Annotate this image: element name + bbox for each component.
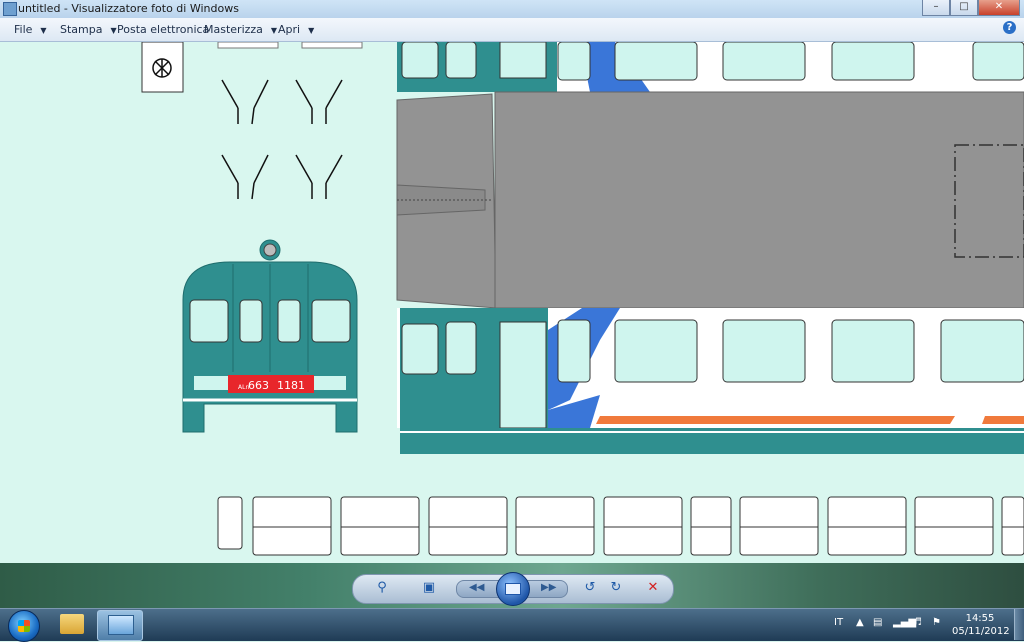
taskbar <box>0 608 1024 641</box>
part-box <box>301 42 363 49</box>
plate-number: 1181 <box>277 379 305 392</box>
railcar-side-view-lower <box>397 308 1024 454</box>
image-canvas: ALn 663 1181 <box>0 42 1024 563</box>
chevron-down-icon: ▼ <box>308 26 315 35</box>
window-controls: – □ ✕ <box>922 0 1020 16</box>
help-icon[interactable]: ? <box>1003 21 1016 34</box>
railcar-side-view-upper <box>397 42 1024 92</box>
menu-apri-label: Apri <box>278 23 301 36</box>
delete-icon[interactable]: ✕ <box>645 580 661 596</box>
menu-posta-elettronica[interactable]: Posta elettronica <box>117 23 209 36</box>
taskbar-clock[interactable]: 14:55 05/11/2012 <box>952 612 1010 638</box>
menu-file-label: File <box>14 23 33 36</box>
chevron-down-icon: ▼ <box>110 26 117 35</box>
clock-time: 14:55 <box>965 613 995 624</box>
photo-viewer-app-icon <box>3 2 17 16</box>
action-center-flag-icon[interactable]: ⚑ <box>932 617 941 628</box>
minimize-icon[interactable]: – <box>922 0 950 16</box>
chevron-down-icon: ▼ <box>270 26 278 35</box>
slideshow-screen-icon <box>505 583 521 595</box>
menu-file[interactable]: File ▼ <box>14 23 47 36</box>
menu-apri[interactable]: Apri ▼ <box>278 23 314 36</box>
rotate-left-icon[interactable]: ↺ <box>582 580 598 596</box>
folder-icon <box>60 614 84 634</box>
menu-stampa[interactable]: Stampa ▼ <box>60 23 117 36</box>
previous-icon[interactable]: ◀◀ <box>469 582 484 593</box>
maximize-icon[interactable]: □ <box>950 0 978 16</box>
show-desktop-button[interactable] <box>1014 609 1024 640</box>
menu-posta-label: Posta elettronica <box>117 23 210 36</box>
windows-logo-icon <box>18 620 30 632</box>
menu-stampa-label: Stampa <box>60 23 103 36</box>
photo-viewer-icon <box>108 615 134 635</box>
railcar-roof <box>396 91 1024 309</box>
chevron-down-icon: ▼ <box>40 26 47 35</box>
show-hidden-icons-icon[interactable]: ▲ <box>856 617 864 628</box>
train-livery-drawing: ALn 663 1181 <box>141 42 1024 556</box>
menu-masterizza[interactable]: Masterizza ▼ <box>204 23 277 36</box>
zoom-icon[interactable]: ⚲ <box>374 580 390 596</box>
actual-size-icon[interactable]: ▣ <box>421 580 437 596</box>
slideshow-icon[interactable] <box>496 572 530 606</box>
part-box <box>217 42 279 49</box>
title-bar: untitled - Visualizzatore foto di Window… <box>0 0 1024 19</box>
language-indicator[interactable]: IT <box>834 617 843 628</box>
railcar-front-view <box>182 239 358 433</box>
volume-icon[interactable]: ♬ <box>913 617 922 628</box>
network-icon[interactable]: ▤ <box>873 617 882 628</box>
start-button[interactable] <box>8 610 40 642</box>
window-frame-row <box>217 496 1024 556</box>
pantograph-symbols <box>221 79 343 200</box>
plate-class: 663 <box>248 379 269 392</box>
menu-masterizza-label: Masterizza <box>204 23 263 36</box>
next-icon[interactable]: ▶▶ <box>541 582 556 593</box>
close-icon[interactable]: ✕ <box>978 0 1020 16</box>
rotate-right-icon[interactable]: ↻ <box>608 580 624 596</box>
clock-date: 05/11/2012 <box>952 626 1010 637</box>
menu-bar: File ▼ Stampa ▼ Posta elettronica Masteriz… <box>0 18 1024 42</box>
window-title: untitled - Visualizzatore foto di Window… <box>18 2 239 15</box>
